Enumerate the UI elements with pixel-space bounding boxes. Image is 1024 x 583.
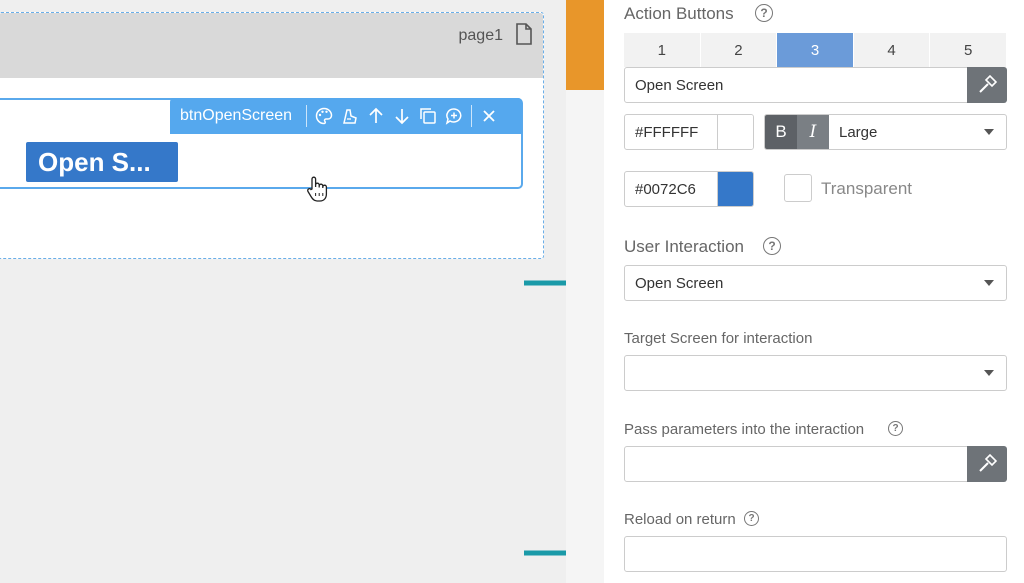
properties-panel: Action Buttons ? 1 2 3 4 5 Open Screen #…: [604, 0, 1024, 583]
toolbar-divider: [471, 105, 473, 127]
params-formula-button[interactable]: [967, 446, 1007, 482]
toolbar-divider: [306, 105, 308, 127]
open-screen-button[interactable]: Open S...: [26, 142, 178, 182]
chevron-down-icon: [984, 129, 994, 135]
bg-color-swatch[interactable]: [717, 172, 753, 206]
action-buttons-title: Action Buttons: [624, 4, 734, 23]
page-icon[interactable]: [515, 23, 533, 45]
help-icon[interactable]: ?: [744, 511, 759, 526]
text-color-field[interactable]: #FFFFFF: [624, 114, 754, 150]
selected-component-name: btnOpenScreen: [180, 107, 293, 124]
reload-input[interactable]: [624, 536, 1007, 572]
text-color-swatch[interactable]: [717, 115, 753, 149]
button-label-input[interactable]: Open Screen: [624, 67, 968, 103]
hammer-icon: [979, 454, 997, 472]
target-screen-label: Target Screen for interaction: [624, 330, 813, 347]
font-size-select[interactable]: Large: [829, 115, 1006, 149]
help-icon[interactable]: ?: [755, 4, 773, 22]
style-icon[interactable]: [337, 103, 363, 129]
help-icon[interactable]: ?: [888, 421, 903, 436]
arrow-up-icon[interactable]: [363, 103, 389, 129]
tab-2[interactable]: 2: [700, 33, 778, 67]
close-icon[interactable]: [476, 103, 502, 129]
hand-cursor-icon: [307, 176, 328, 202]
page-name: page1: [458, 27, 504, 44]
page-header: page1: [0, 13, 543, 78]
help-icon[interactable]: ?: [763, 237, 781, 255]
selection-toolbar: btnOpenScreen: [170, 98, 522, 134]
chevron-down-icon: [984, 280, 994, 286]
target-screen-select[interactable]: [624, 355, 1007, 391]
chevron-down-icon: [984, 370, 994, 376]
font-size-value: Large: [839, 123, 878, 141]
formula-button[interactable]: [967, 67, 1007, 103]
palette-icon[interactable]: [311, 103, 337, 129]
user-interaction-title: User Interaction: [624, 237, 744, 256]
pass-params-input[interactable]: [624, 446, 968, 482]
action-button-tabs: 1 2 3 4 5: [624, 33, 1007, 67]
bold-button[interactable]: B: [765, 115, 797, 149]
user-interaction-select[interactable]: Open Screen: [624, 265, 1007, 301]
copy-icon[interactable]: [415, 103, 441, 129]
tab-1[interactable]: 1: [624, 33, 701, 67]
header-accent-bar: [566, 0, 604, 90]
transparent-label: Transparent: [821, 179, 913, 198]
reload-label: Reload on return: [624, 511, 736, 528]
hammer-icon: [979, 75, 997, 93]
tab-5[interactable]: 5: [930, 33, 1007, 67]
arrow-down-icon[interactable]: [389, 103, 415, 129]
transparent-checkbox[interactable]: [784, 174, 812, 202]
pass-params-label: Pass parameters into the interaction: [624, 421, 865, 438]
bg-color-field[interactable]: #0072C6: [624, 171, 754, 207]
italic-button[interactable]: I: [797, 115, 829, 149]
comment-add-icon[interactable]: [441, 103, 467, 129]
font-style-group: B I Large: [764, 114, 1007, 150]
tab-3[interactable]: 3: [777, 33, 854, 67]
panel-divider: [566, 90, 604, 583]
design-canvas: page1 btnOpenScreen Open S...: [0, 0, 610, 583]
user-interaction-value: Open Screen: [635, 274, 724, 292]
tab-4[interactable]: 4: [853, 33, 931, 67]
text-color-value[interactable]: #FFFFFF: [625, 115, 717, 149]
bg-color-value[interactable]: #0072C6: [625, 172, 717, 206]
